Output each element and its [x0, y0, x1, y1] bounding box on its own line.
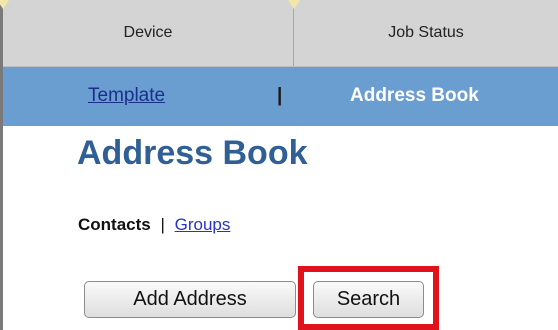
groups-link[interactable]: Groups: [175, 215, 231, 234]
main-tabs: Device Job Status: [0, 0, 558, 67]
contacts-separator: |: [160, 215, 165, 234]
tab-device[interactable]: Device: [3, 0, 294, 66]
page: Device Job Status Template | Address Boo…: [0, 0, 558, 330]
sub-navigation-bar: Template | Address Book: [3, 67, 558, 126]
template-link[interactable]: Template: [88, 85, 165, 107]
contacts-label: Contacts: [78, 215, 151, 234]
highlight-box: [298, 266, 439, 330]
contacts-groups-nav: Contacts | Groups: [78, 215, 230, 235]
page-title: Address Book: [77, 134, 308, 172]
subnav-separator: |: [277, 85, 283, 106]
add-address-button[interactable]: Add Address: [84, 281, 296, 318]
tab-job-status[interactable]: Job Status: [294, 0, 558, 66]
subnav-current-address-book: Address Book: [350, 85, 479, 106]
